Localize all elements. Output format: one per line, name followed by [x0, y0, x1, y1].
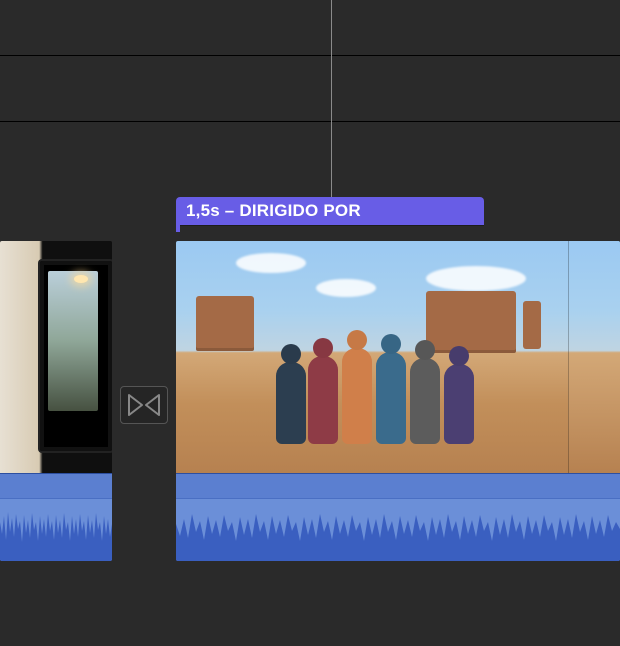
video-clip-left[interactable] — [0, 241, 112, 561]
thumb-detail — [40, 261, 112, 451]
audio-waveform[interactable] — [0, 473, 112, 561]
transition-icon[interactable] — [120, 386, 168, 424]
title-clip[interactable]: 1,5s – DIRIGIDO POR — [176, 197, 484, 225]
clip-thumbnail — [0, 241, 112, 474]
title-clip-label: 1,5s – DIRIGIDO POR — [186, 201, 361, 221]
video-clip-right[interactable] — [176, 241, 620, 561]
timeline-ruler — [0, 55, 620, 122]
callout-line — [331, 0, 332, 197]
clip-thumbnail — [176, 241, 620, 474]
audio-waveform[interactable] — [176, 473, 620, 561]
